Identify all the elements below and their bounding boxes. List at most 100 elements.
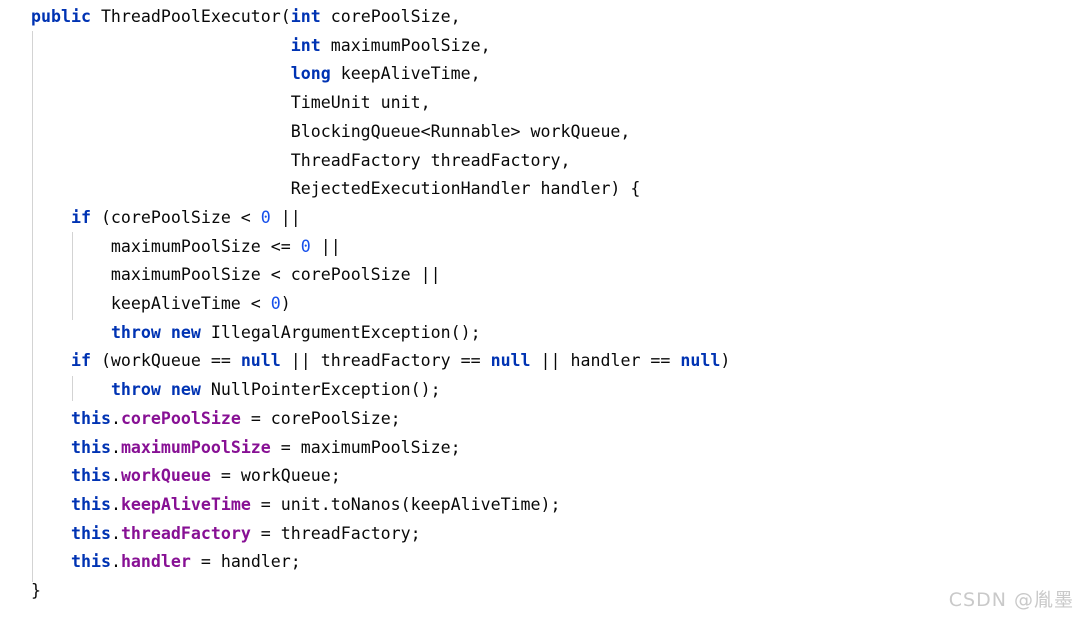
code-token-plain: || — [310, 236, 341, 256]
code-token-plain: RejectedExecutionHandler handler) { — [31, 179, 641, 199]
code-token-plain: || threadFactory == — [280, 351, 491, 371]
code-token-kw: this — [70, 466, 111, 486]
code-token-plain: || handler == — [530, 351, 681, 371]
code-line[interactable]: public ThreadPoolExecutor(int corePoolSi… — [31, 3, 461, 32]
code-token-plain: (corePoolSize < — [90, 207, 261, 227]
code-line[interactable]: this.maximumPoolSize = maximumPoolSize; — [31, 434, 461, 463]
code-token-plain: . — [110, 466, 121, 486]
code-token-plain: keepAliveTime < — [31, 294, 271, 313]
code-token-plain: = workQueue; — [210, 466, 341, 486]
code-token-plain: = corePoolSize; — [240, 408, 401, 428]
code-token-plain: . — [110, 408, 121, 428]
code-token-field: workQueue — [120, 466, 211, 486]
code-line[interactable]: if (corePoolSize < 0 || — [31, 204, 301, 233]
code-token-field: corePoolSize — [120, 408, 241, 428]
indent-guide — [72, 376, 73, 401]
code-token-kw: if — [70, 207, 91, 227]
code-token-plain: IllegalArgumentException(); — [200, 322, 481, 342]
code-token-kw: null — [490, 351, 531, 371]
code-token-plain: } — [31, 581, 41, 600]
code-token-kw: this — [70, 494, 111, 514]
code-token-plain: = handler; — [190, 552, 301, 572]
code-token-kw: int — [290, 35, 321, 55]
code-token-plain: || — [270, 207, 301, 227]
indent-guide — [72, 232, 73, 320]
code-line[interactable]: BlockingQueue<Runnable> workQueue, — [31, 118, 631, 147]
code-token-field: threadFactory — [120, 523, 251, 543]
code-token-plain: = unit.toNanos(keepAliveTime); — [250, 494, 561, 514]
code-line[interactable]: TimeUnit unit, — [31, 89, 431, 118]
code-token-plain: . — [110, 523, 121, 543]
code-line[interactable]: throw new NullPointerException(); — [31, 376, 441, 405]
code-token-kw: if — [70, 351, 91, 371]
code-token-plain: ) — [720, 351, 731, 371]
code-line[interactable]: int maximumPoolSize, — [31, 32, 491, 61]
csdn-watermark: CSDN @胤墨 — [948, 589, 1074, 611]
code-line[interactable]: this.corePoolSize = corePoolSize; — [31, 405, 401, 434]
code-token-plain: ) — [280, 294, 291, 313]
code-content[interactable]: public ThreadPoolExecutor(int corePoolSi… — [0, 0, 1088, 620]
code-line[interactable]: this.handler = handler; — [31, 548, 301, 577]
code-token-kw: int — [290, 7, 321, 26]
code-editor[interactable]: public ThreadPoolExecutor(int corePoolSi… — [0, 0, 1088, 620]
code-line[interactable]: RejectedExecutionHandler handler) { — [31, 175, 641, 204]
code-token-plain: keepAliveTime, — [330, 64, 481, 84]
code-token-kw: throw — [110, 322, 161, 342]
code-token-plain: ThreadPoolExecutor( — [90, 7, 291, 26]
code-token-kw: new — [170, 322, 201, 342]
code-line[interactable]: ThreadFactory threadFactory, — [31, 147, 571, 176]
code-line[interactable]: this.workQueue = workQueue; — [31, 462, 341, 491]
code-token-plain: maximumPoolSize < corePoolSize || — [31, 265, 441, 285]
code-line[interactable]: maximumPoolSize < corePoolSize || — [31, 261, 441, 290]
code-line[interactable]: maximumPoolSize <= 0 || — [31, 233, 341, 262]
code-token-kw: this — [70, 523, 111, 543]
code-token-num: 0 — [260, 207, 271, 227]
code-token-kw: this — [70, 408, 111, 428]
code-line[interactable]: this.keepAliveTime = unit.toNanos(keepAl… — [31, 491, 561, 520]
code-line[interactable]: long keepAliveTime, — [31, 60, 481, 89]
code-line[interactable]: throw new IllegalArgumentException(); — [31, 319, 481, 348]
indent-guide — [32, 31, 33, 582]
code-token-kw: this — [70, 552, 111, 572]
code-token-plain: = maximumPoolSize; — [270, 437, 461, 457]
code-token-plain: . — [110, 494, 121, 514]
code-token-num: 0 — [270, 294, 281, 313]
code-token-plain: (workQueue == — [90, 351, 241, 371]
code-token-kw: new — [170, 380, 201, 400]
code-token-kw: long — [290, 64, 331, 84]
code-token-plain: maximumPoolSize, — [320, 35, 491, 55]
code-token-field: keepAliveTime — [120, 494, 251, 514]
code-token-kw: public — [31, 7, 91, 26]
code-token-kw: throw — [110, 380, 161, 400]
code-token-kw: null — [680, 351, 721, 371]
code-token-kw: null — [240, 351, 281, 371]
code-token-plain: TimeUnit unit, — [31, 93, 431, 113]
code-token-plain: . — [110, 552, 121, 572]
code-token-plain: NullPointerException(); — [200, 380, 441, 400]
code-token-kw: this — [70, 437, 111, 457]
code-token-plain: . — [110, 437, 121, 457]
code-token-plain: = threadFactory; — [250, 523, 421, 543]
code-token-plain: corePoolSize, — [320, 7, 461, 26]
code-token-field: maximumPoolSize — [120, 437, 271, 457]
code-token-plain: BlockingQueue<Runnable> workQueue, — [31, 121, 631, 141]
code-token-num: 0 — [300, 236, 311, 256]
code-token-plain: ThreadFactory threadFactory, — [31, 150, 571, 170]
code-line[interactable]: this.threadFactory = threadFactory; — [31, 520, 421, 549]
code-line[interactable]: keepAliveTime < 0) — [31, 290, 291, 319]
code-line[interactable]: if (workQueue == null || threadFactory =… — [31, 347, 730, 376]
